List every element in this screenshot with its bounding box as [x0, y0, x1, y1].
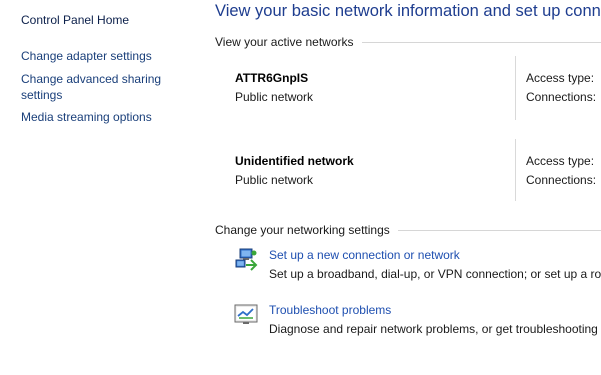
section-divider: [397, 229, 601, 231]
active-networks-heading-label: View your active networks: [215, 35, 354, 49]
access-type-label: Access type:: [526, 154, 595, 168]
change-advanced-sharing-settings-link[interactable]: Change advanced sharing settings: [21, 71, 191, 103]
troubleshoot-icon[interactable]: [234, 302, 258, 326]
media-streaming-options-link[interactable]: Media streaming options: [21, 109, 152, 125]
connections-label: Connections:: [526, 173, 597, 187]
network-sharing-center: Control Panel Home Change adapter settin…: [0, 0, 601, 375]
active-networks-heading: View your active networks: [215, 34, 601, 50]
new-connection-icon[interactable]: [234, 247, 258, 271]
network-type: Public network: [235, 173, 314, 187]
control-panel-home-link[interactable]: Control Panel Home: [21, 12, 129, 28]
section-divider: [361, 41, 601, 43]
network-name: ATTR6GnpIS: [235, 71, 309, 85]
setup-new-connection-description: Set up a broadband, dial-up, or VPN conn…: [269, 267, 601, 281]
troubleshoot-problems-link[interactable]: Troubleshoot problems: [269, 302, 391, 318]
networking-settings-heading-label: Change your networking settings: [215, 223, 390, 237]
network-name: Unidentified network: [235, 154, 354, 168]
setup-new-connection-link[interactable]: Set up a new connection or network: [269, 247, 460, 263]
change-adapter-settings-link[interactable]: Change adapter settings: [21, 48, 152, 64]
network-type: Public network: [235, 90, 314, 104]
network-divider: [515, 56, 516, 120]
left-nav-pane: Control Panel Home Change adapter settin…: [0, 0, 200, 375]
networking-settings-heading: Change your networking settings: [215, 222, 601, 238]
access-type-label: Access type:: [526, 71, 595, 85]
page-title: View your basic network information and …: [215, 2, 601, 20]
connections-label: Connections:: [526, 90, 597, 104]
troubleshoot-problems-description: Diagnose and repair network problems, or…: [269, 322, 601, 336]
network-divider: [515, 139, 516, 201]
